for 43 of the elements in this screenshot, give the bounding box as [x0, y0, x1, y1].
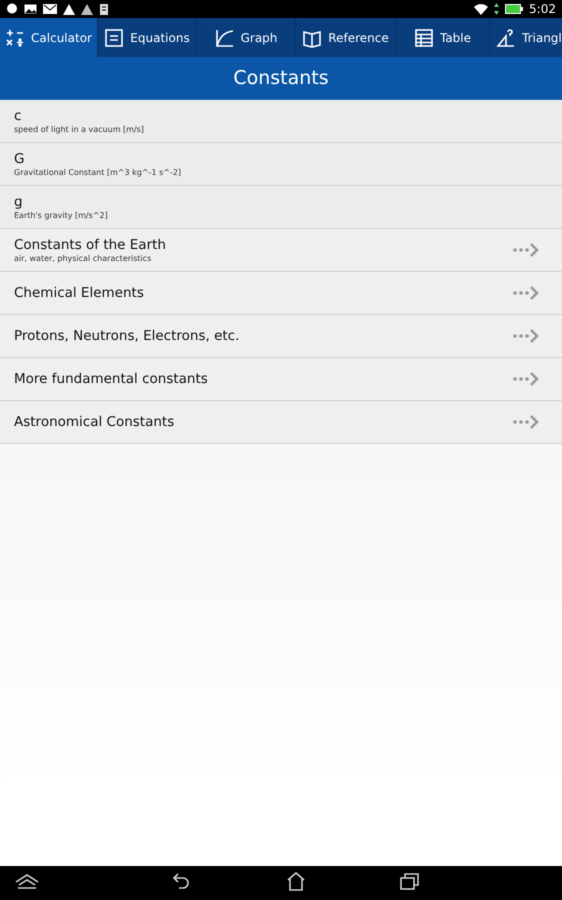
item-title: Constants of the Earth	[14, 237, 166, 253]
warning-icon	[81, 4, 93, 14]
home-icon[interactable]	[286, 871, 306, 891]
item-title: Chemical Elements	[14, 285, 144, 301]
menu-up-icon[interactable]	[14, 873, 40, 889]
table-icon	[414, 28, 434, 48]
image-icon	[24, 4, 37, 14]
category-row[interactable]: Protons, Neutrons, Electrons, etc.	[0, 315, 562, 358]
more-arrow-icon	[512, 414, 540, 430]
page-title: Constants	[233, 67, 329, 89]
document-icon	[104, 28, 124, 48]
item-title: Protons, Neutrons, Electrons, etc.	[14, 328, 240, 344]
item-title: More fundamental constants	[14, 371, 208, 387]
item-title: G	[14, 151, 26, 167]
more-arrow-icon	[512, 371, 540, 387]
category-row[interactable]: Chemical Elements	[0, 272, 562, 315]
more-arrow-icon	[512, 328, 540, 344]
item-subtitle: Gravitational Constant [m^3 kg^-1 s^-2]	[14, 168, 182, 177]
tab[interactable]: Calculator	[0, 18, 98, 57]
more-arrow-icon	[512, 242, 540, 258]
mail-icon	[43, 4, 57, 14]
constant-row[interactable]: g Earth's gravity [m/s^2]	[0, 186, 562, 229]
category-row[interactable]: More fundamental constants	[0, 358, 562, 401]
triangle-icon	[496, 28, 516, 48]
back-icon[interactable]	[170, 872, 190, 890]
item-title: g	[14, 194, 24, 210]
item-title: Astronomical Constants	[14, 414, 174, 430]
item-title: c	[14, 108, 22, 124]
graph-icon	[214, 28, 235, 48]
category-row[interactable]: Astronomical Constants	[0, 401, 562, 444]
item-subtitle: speed of light in a vacuum [m/s]	[14, 125, 144, 134]
item-subtitle: air, water, physical characteristics	[14, 254, 152, 263]
warning-icon	[63, 4, 75, 14]
clipboard-icon	[99, 3, 111, 15]
more-arrow-icon	[512, 285, 540, 301]
data-arrows-icon	[494, 3, 500, 15]
battery-icon	[505, 4, 524, 14]
wifi-icon	[474, 3, 488, 15]
item-subtitle: Earth's gravity [m/s^2]	[14, 211, 108, 220]
clock-time: 5:02	[529, 2, 556, 16]
recent-apps-icon[interactable]	[400, 872, 420, 890]
constant-row[interactable]: G Gravitational Constant [m^3 kg^-1 s^-2]	[0, 143, 562, 186]
calculator-icon	[5, 28, 26, 48]
